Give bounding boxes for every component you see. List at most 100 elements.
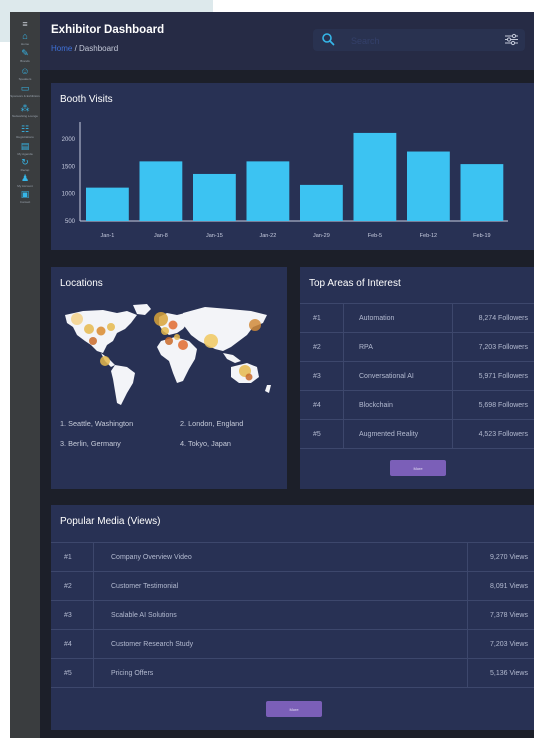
sidebar-item-home[interactable]: ⌂ Home [10,31,40,47]
table-row: #3 Scalable AI Solutions 7,378 Views [51,600,534,630]
sidebar-item-sponsors[interactable]: ▭ Sponsors & Exhibitors [10,83,40,99]
x-tick-label: Jan-29 [313,233,330,239]
sidebar-item-label: Networking Lounge [12,114,38,118]
x-tick-label: Jan-8 [154,233,168,239]
sidebar-menu-toggle[interactable]: ≡ [10,20,40,29]
chart-bar [353,132,397,221]
map-marker[interactable] [96,326,106,336]
chart-bar [139,161,183,221]
sidebar: ≡ ⌂ Home ✎ Brands ☺ Speakers ▭ Sponsors … [10,12,40,738]
top-areas-table: #1 Automation 8,274 Followers #2 RPA 7,2… [300,303,534,449]
sidebar-item-recap[interactable]: ↻ Recap [10,158,40,173]
sidebar-item-registrations[interactable]: ☷ Registrations [10,124,40,140]
world-map [65,304,271,405]
map-marker[interactable] [100,356,110,366]
map-marker[interactable] [204,334,218,348]
popular-media-title: Popular Media (Views) [60,516,161,527]
sidebar-item-label: Sponsors & Exhibitors [10,94,40,98]
sidebar-item-brands[interactable]: ✎ Brands [10,49,40,64]
map-marker[interactable] [154,312,168,326]
map-marker[interactable] [249,319,261,331]
monitor-icon: ▭ [20,83,30,93]
calendar-icon: ▤ [20,141,30,151]
users-icon: ☺ [20,66,30,76]
media-name-cell: Customer Research Study [93,629,468,659]
followers-cell: 7,203 Followers [452,332,534,362]
rank-cell: #5 [51,658,94,688]
topic-cell: RPA [343,332,453,362]
rank-cell: #3 [51,600,94,630]
top-areas-more-button[interactable]: More [390,460,446,476]
main-content: Exhibitor Dashboard Home / Dashboard Boo… [40,12,534,738]
map-marker[interactable] [161,327,169,335]
topic-cell: Automation [343,303,453,333]
table-row: #2 RPA 7,203 Followers [300,332,534,362]
sidebar-item-networking[interactable]: ⁂ Networking Lounge [10,103,40,119]
x-tick-label: Jan-15 [206,233,223,239]
rank-cell: #2 [300,332,344,362]
map-marker[interactable] [84,324,94,334]
popular-media-card: Popular Media (Views) #1 Company Overvie… [51,505,534,730]
map-marker[interactable] [89,337,97,345]
sidebar-item-agenda[interactable]: ▤ My Agenda [10,141,40,157]
location-item: 2. London, England [180,419,244,428]
continents [65,304,271,405]
background-tint [0,0,213,12]
groups-icon: ☷ [20,124,30,134]
popular-media-more-button[interactable]: More [266,701,322,717]
sidebar-item-account[interactable]: ♟ My Account [10,173,40,189]
table-row: #3 Conversational AI 5,971 Followers [300,361,534,391]
search-icon[interactable] [321,32,335,46]
map-marker[interactable] [107,323,115,331]
breadcrumb-separator: / [72,44,80,53]
map-marker[interactable] [168,320,178,330]
sidebar-item-label: Home [20,42,29,46]
media-name-cell: Company Overview Video [93,542,468,572]
booth-visits-card: Booth Visits 500 1000 1500 2000 Jan-1 Jan-8 Ja… [51,83,534,250]
map-marker[interactable] [178,340,188,350]
search-input[interactable] [349,32,493,50]
location-item: 4. Tokyo, Japan [180,439,231,448]
chart-bar [300,184,343,221]
contact-icon: ▣ [20,189,30,199]
x-tick-label: Feb-5 [368,233,382,239]
topic-cell: Blockchain [343,390,453,420]
sidebar-item-label: My Agenda [17,152,33,156]
sidebar-item-speakers[interactable]: ☺ Speakers [10,66,40,82]
table-row: #2 Customer Testimonial 8,091 Views [51,571,534,601]
breadcrumb-home-link[interactable]: Home [51,44,72,53]
table-row: #1 Automation 8,274 Followers [300,303,534,333]
breadcrumb-current: Dashboard [79,44,119,53]
map-marker[interactable] [165,337,173,345]
topic-cell: Augmented Reality [343,419,453,449]
africa-shape [157,337,197,383]
sidebar-item-label: Recap [20,168,30,172]
person-icon: ♟ [20,173,30,183]
rank-cell: #4 [51,629,94,659]
sidebar-item-contact[interactable]: ▣ Contact [10,189,40,205]
locations-card: Locations 1. Seattle, Washington 2. Lond… [51,267,287,489]
rank-cell: #2 [51,571,94,601]
table-row: #5 Pricing Offers 5,136 Views [51,658,534,688]
page-title: Exhibitor Dashboard [51,24,165,36]
y-tick-label: 1000 [62,192,76,198]
map-marker[interactable] [174,334,180,340]
greenland-shape [133,304,151,315]
rank-cell: #5 [300,419,344,449]
y-tick-label: 500 [65,219,76,225]
rank-cell: #1 [51,542,94,572]
media-name-cell: Customer Testimonial [93,571,468,601]
map-marker[interactable] [245,373,253,381]
views-cell: 9,270 Views [467,542,534,572]
menu-icon: ≡ [22,19,28,29]
chart-bar [407,151,450,221]
popular-media-table: #1 Company Overview Video 9,270 Views #2… [51,542,534,688]
map-marker[interactable] [71,313,83,325]
network-icon: ⁂ [20,103,30,113]
booth-visits-chart: 500 1000 1500 2000 Jan-1 Jan-8 Jan-15 Jan-22 Jan… [62,122,508,239]
home-icon: ⌂ [22,31,28,41]
followers-cell: 8,274 Followers [452,303,534,333]
table-row: #4 Customer Research Study 7,203 Views [51,629,534,659]
filter-sliders-icon[interactable] [504,32,519,47]
sidebar-item-label: My Account [17,184,33,188]
